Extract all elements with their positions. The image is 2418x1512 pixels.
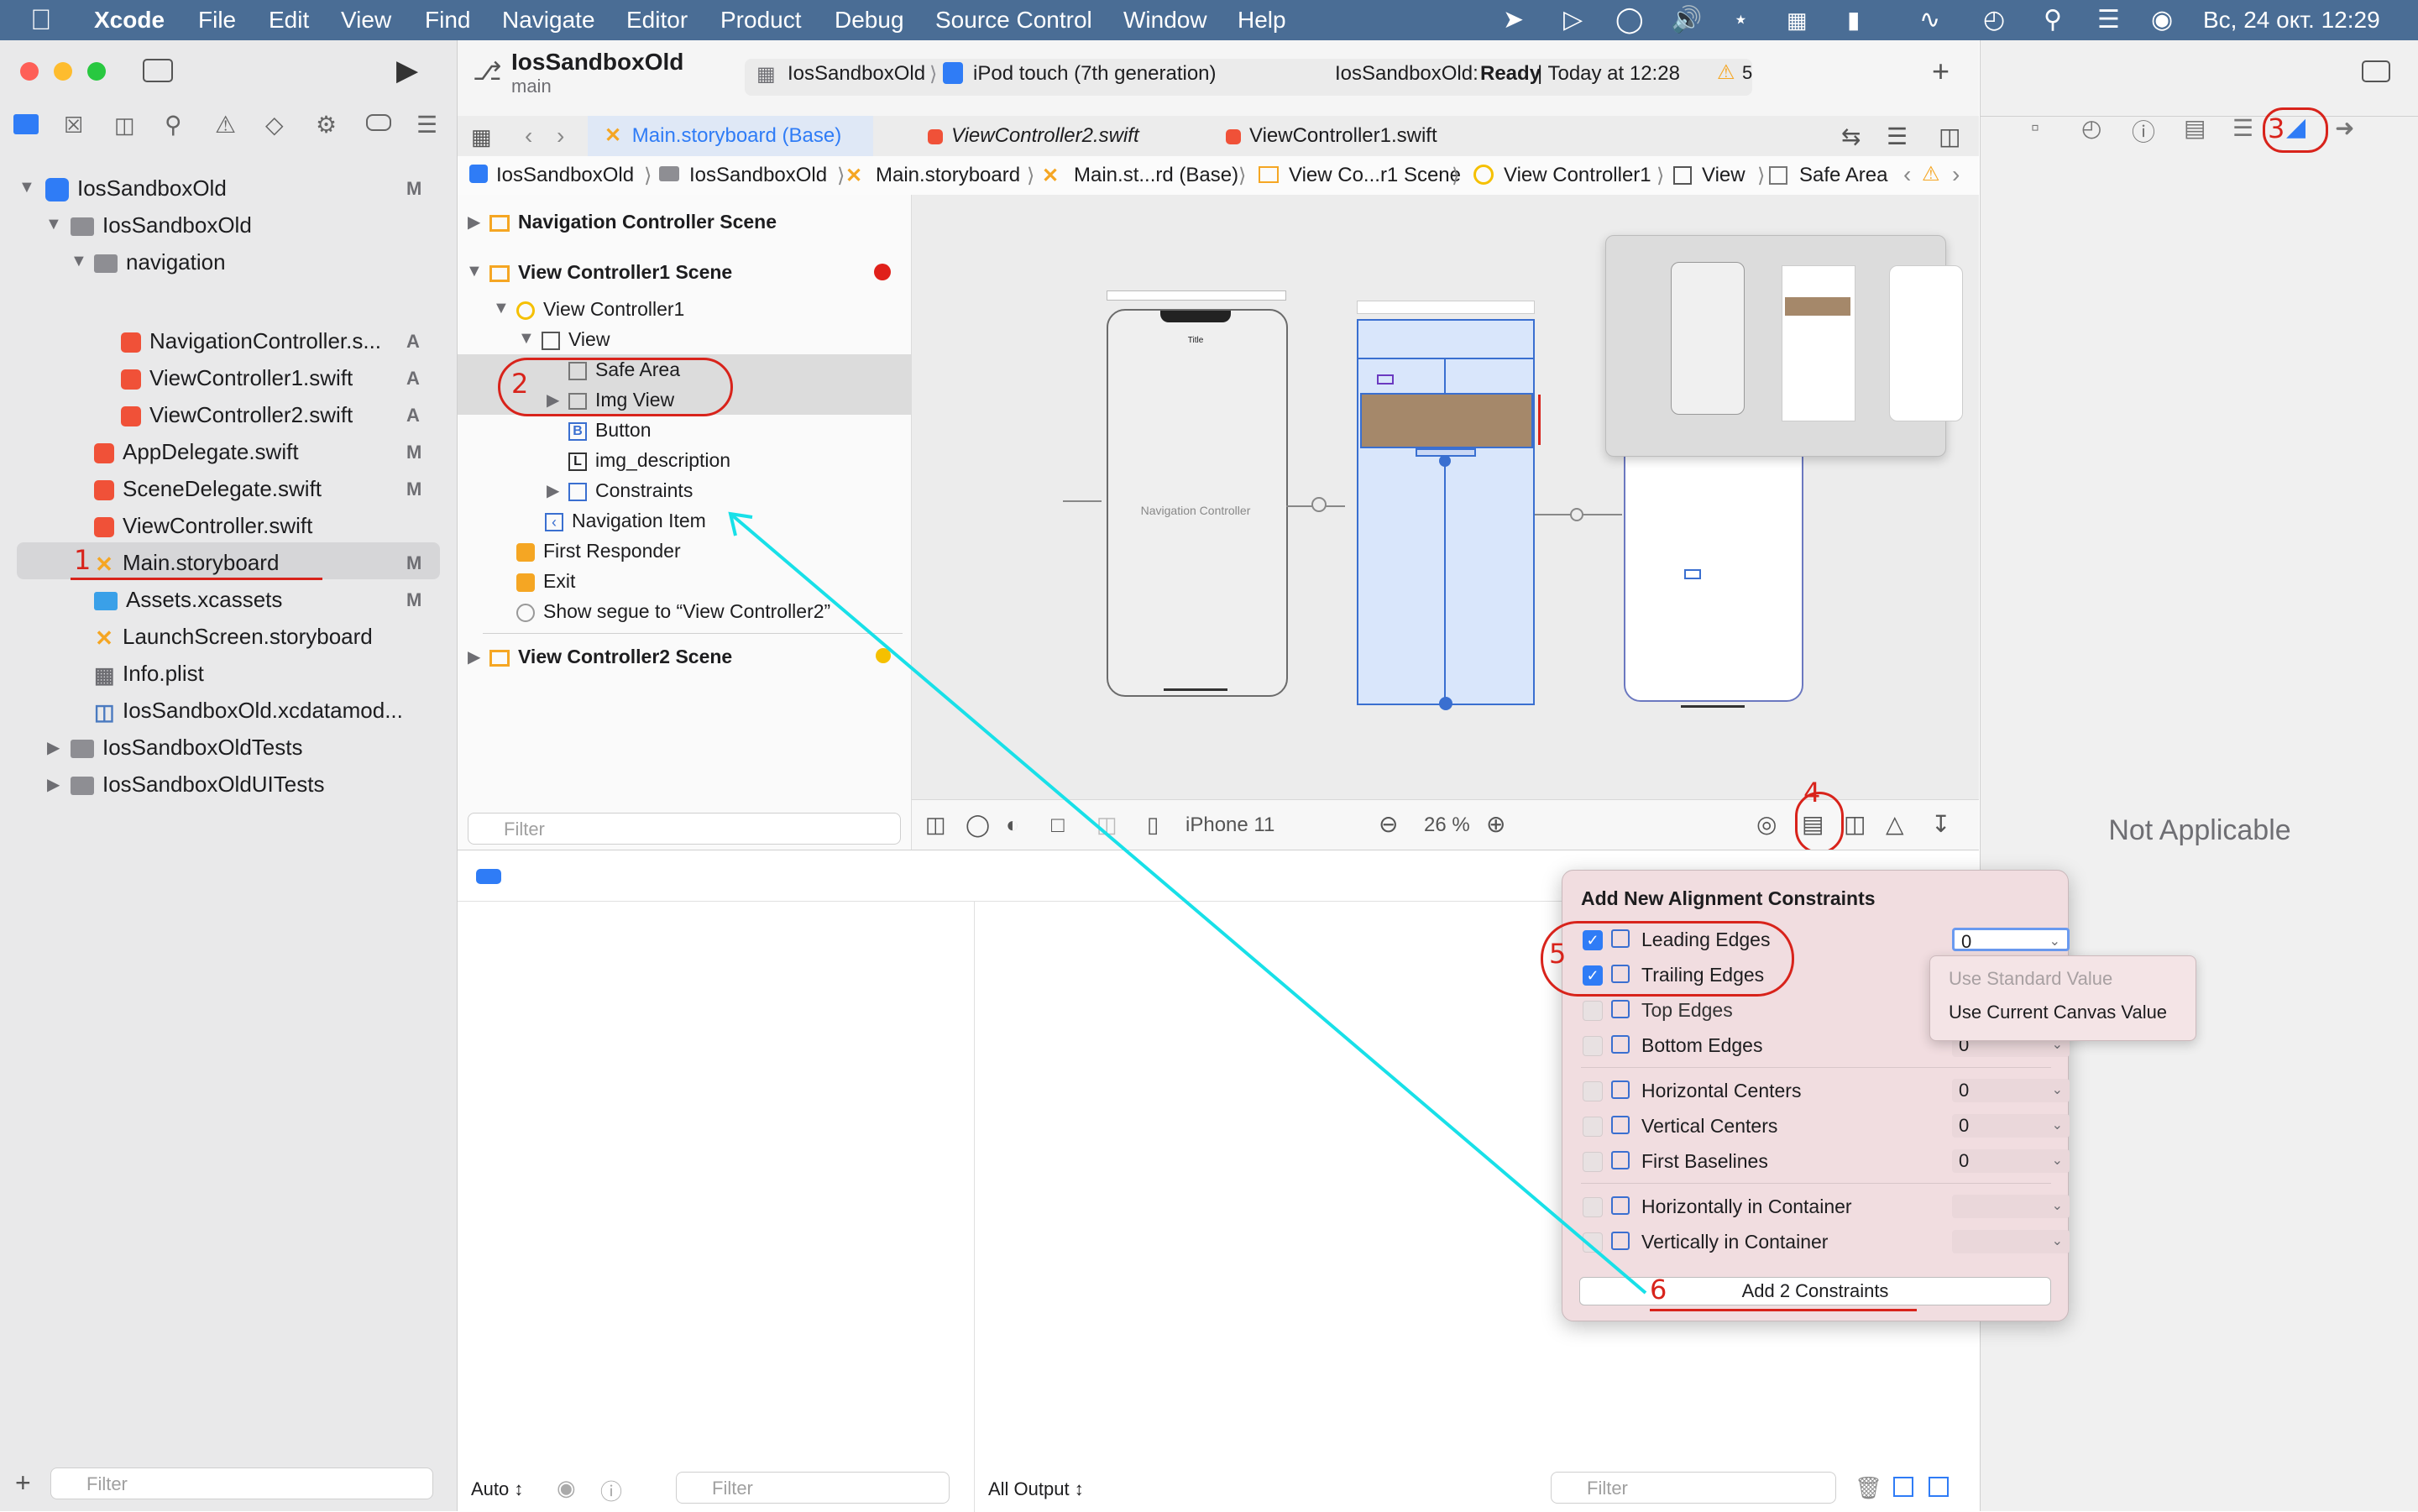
arrow-line <box>729 512 1647 1295</box>
annotation-arrow <box>728 511 1647 1295</box>
